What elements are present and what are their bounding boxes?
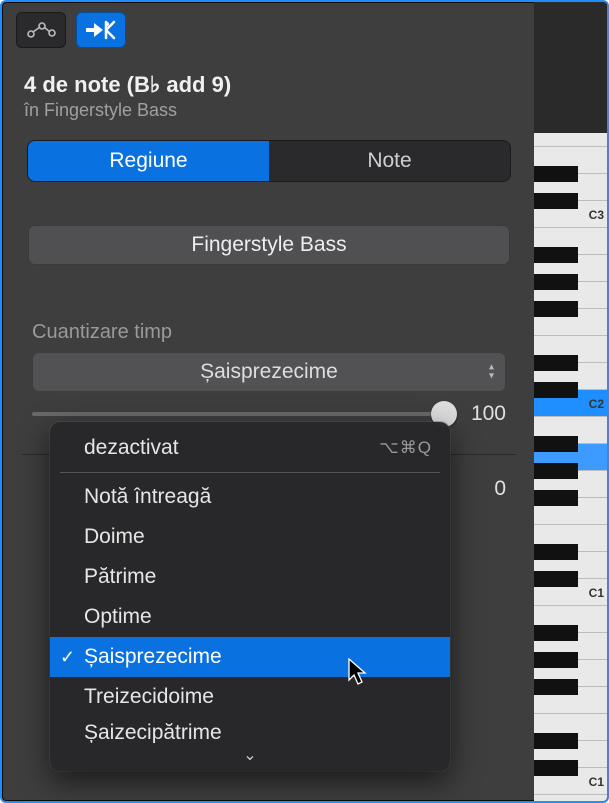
- piano-black-key[interactable]: [534, 571, 578, 587]
- midi-in-icon: [84, 20, 118, 40]
- quantize-menu-thirtysecond[interactable]: Treizecidoime: [50, 677, 450, 717]
- menu-item-label: dezactivat: [84, 436, 179, 460]
- piano-black-key[interactable]: [534, 274, 578, 290]
- menu-item-label: Treizecidoime: [84, 685, 214, 709]
- top-toolbar: [2, 2, 536, 48]
- menu-item-label: Șaizecipătrime: [84, 721, 222, 743]
- chevron-updown-icon: ▴▾: [489, 364, 494, 381]
- quantize-menu-off[interactable]: dezactivat ⌥⌘Q: [50, 428, 450, 468]
- piano-black-key[interactable]: [534, 733, 578, 749]
- piano-black-key[interactable]: [534, 760, 578, 776]
- menu-separator: [60, 472, 440, 473]
- quantize-menu-popup: dezactivat ⌥⌘Q Notă întreagă Doime Pătri…: [50, 422, 450, 771]
- menu-item-label: Doime: [84, 525, 145, 549]
- piano-octave-label: C3: [589, 208, 604, 222]
- region-name-field[interactable]: Fingerstyle Bass: [28, 225, 510, 265]
- tab-region[interactable]: Regiune: [28, 141, 269, 181]
- region-subtitle: în Fingerstyle Bass: [24, 100, 514, 121]
- piano-octave-label: C1: [589, 775, 604, 789]
- checkmark-icon: ✓: [60, 647, 75, 668]
- tab-note[interactable]: Note: [269, 141, 510, 181]
- piano-black-key[interactable]: [534, 544, 578, 560]
- region-title: 4 de note (B♭ add 9): [24, 72, 514, 98]
- piano-black-key[interactable]: [534, 193, 578, 209]
- piano-black-key[interactable]: [534, 679, 578, 695]
- piano-black-key[interactable]: [534, 652, 578, 668]
- piano-black-key[interactable]: [534, 355, 578, 371]
- piano-white-key[interactable]: [534, 133, 607, 147]
- piano-black-key[interactable]: [534, 625, 578, 641]
- quantize-strength-value[interactable]: 100: [456, 402, 506, 426]
- inspector-panel: 4 de note (B♭ add 9) în Fingerstyle Bass…: [0, 0, 609, 803]
- menu-shortcut: ⌥⌘Q: [379, 438, 432, 458]
- menu-item-label: Notă întreagă: [84, 485, 211, 509]
- midi-in-toggle-button[interactable]: [76, 12, 126, 48]
- piano-white-key[interactable]: [534, 795, 607, 803]
- quantize-menu-whole[interactable]: Notă întreagă: [50, 477, 450, 517]
- menu-item-label: Optime: [84, 605, 152, 629]
- quantize-menu-sixtyfourth[interactable]: Șaizecipătrime: [50, 717, 450, 743]
- quantize-label: Cuantizare timp: [2, 265, 536, 352]
- menu-scroll-down-icon[interactable]: ⌄: [50, 743, 450, 771]
- menu-item-label: Pătrime: [84, 565, 156, 589]
- piano-octave-label: C1: [589, 586, 604, 600]
- tab-segmented-control: Regiune Note: [2, 129, 536, 181]
- quantize-dropdown[interactable]: Șaisprezecime ▴▾: [32, 352, 506, 392]
- menu-item-label: Șaisprezecime: [84, 645, 222, 669]
- automation-toggle-button[interactable]: [16, 12, 66, 48]
- quantize-strength-row: 100: [2, 392, 536, 426]
- quantize-strength-slider[interactable]: [32, 412, 444, 416]
- piano-black-key[interactable]: [534, 436, 578, 452]
- transpose-value[interactable]: 0: [494, 477, 506, 501]
- piano-black-key[interactable]: [534, 166, 578, 182]
- quantize-menu-sixteenth[interactable]: ✓ Șaisprezecime: [50, 637, 450, 677]
- quantize-menu-quarter[interactable]: Pătrime: [50, 557, 450, 597]
- piano-octave-label: C2: [589, 397, 604, 411]
- main-column: 4 de note (B♭ add 9) în Fingerstyle Bass…: [2, 2, 536, 801]
- quantize-menu-eighth[interactable]: Optime: [50, 597, 450, 637]
- piano-black-key[interactable]: [534, 382, 578, 398]
- piano-black-key[interactable]: [534, 301, 578, 317]
- piano-black-key[interactable]: [534, 463, 578, 479]
- quantize-current-value: Șaisprezecime: [200, 360, 338, 383]
- piano-black-key[interactable]: [534, 247, 578, 263]
- quantize-menu-half[interactable]: Doime: [50, 517, 450, 557]
- automation-icon: [26, 21, 56, 39]
- title-block: 4 de note (B♭ add 9) în Fingerstyle Bass: [2, 48, 536, 129]
- piano-top-mask: [534, 2, 607, 147]
- piano-black-key[interactable]: [534, 490, 578, 506]
- piano-ruler[interactable]: C3 C2 C1 C1: [534, 2, 607, 801]
